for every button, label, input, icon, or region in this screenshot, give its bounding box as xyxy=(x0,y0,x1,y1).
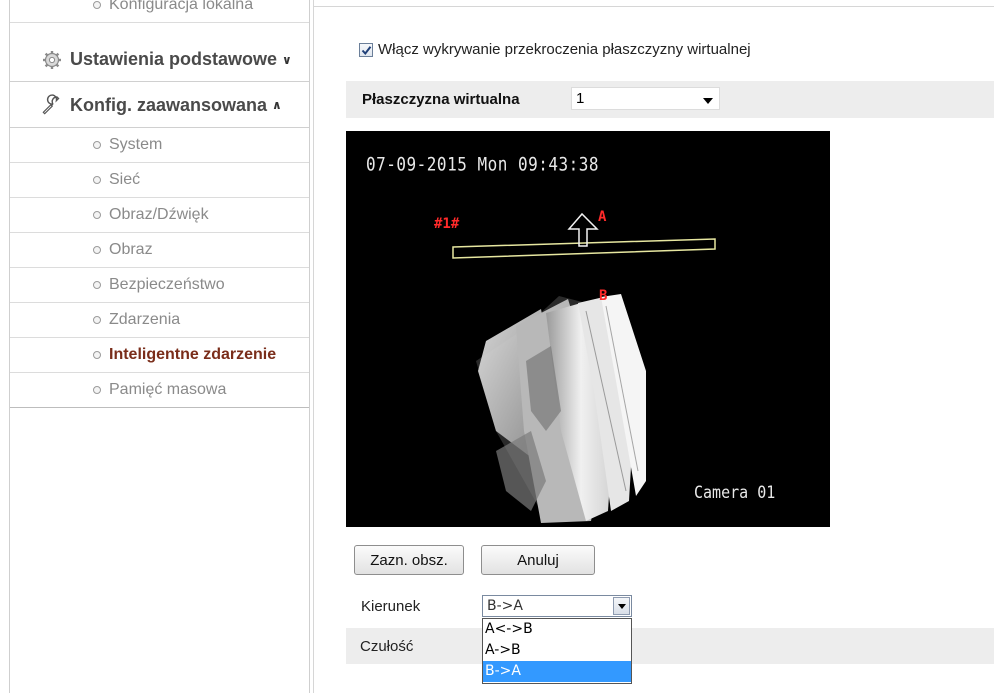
side-a-label: A xyxy=(598,209,607,225)
bullet-icon xyxy=(93,176,101,184)
sensitivity-row: Czułość xyxy=(346,628,994,664)
direction-label: Kierunek xyxy=(361,598,421,615)
side-b-label: B xyxy=(599,288,608,304)
sidebar-item-label: Pamięć masowa xyxy=(109,381,227,398)
sidebar-item-label: Inteligentne zdarzenie xyxy=(109,346,277,363)
bullet-icon xyxy=(93,141,101,149)
line-id-label: #1# xyxy=(434,216,460,232)
sidebar-item-security[interactable]: Bezpieczeństwo xyxy=(10,268,309,303)
chevron-up-icon: ∧ xyxy=(272,98,282,112)
sidebar: Konfiguracja lokalna Ustawienia podstawo… xyxy=(9,0,310,693)
sidebar-item-label: Bezpieczeństwo xyxy=(109,276,225,293)
sidebar-section-basic-settings[interactable]: Ustawienia podstawowe ∨ xyxy=(10,38,309,82)
divider xyxy=(314,6,994,7)
osd-camera-name: Camera 01 xyxy=(694,482,776,503)
virtual-plane-label: Płaszczyzna wirtualna xyxy=(362,91,520,108)
osd-timestamp: 07-09-2015 Mon 09:43:38 xyxy=(366,153,600,175)
virtual-plane-row: Płaszczyzna wirtualna 1 xyxy=(346,81,994,118)
bullet-icon xyxy=(93,351,101,359)
sidebar-item-image[interactable]: Obraz xyxy=(10,233,309,268)
sidebar-item-local-config[interactable]: Konfiguracja lokalna xyxy=(10,0,309,23)
video-preview[interactable]: 07-09-2015 Mon 09:43:38 #1# A B Camera 0… xyxy=(346,131,830,527)
sidebar-item-events[interactable]: Zdarzenia xyxy=(10,303,309,338)
sidebar-item-label: Obraz/Dźwięk xyxy=(109,206,209,223)
enable-label: Włącz wykrywanie przekroczenia płaszczyz… xyxy=(378,41,751,58)
sidebar-item-label: System xyxy=(109,136,163,153)
bullet-icon xyxy=(93,246,101,254)
direction-value: B->A xyxy=(487,598,523,614)
section-label: Ustawienia podstawowe xyxy=(70,49,278,69)
bullet-icon xyxy=(93,1,101,9)
bullet-icon xyxy=(93,316,101,324)
bullet-icon xyxy=(93,386,101,394)
virtual-plane-value: 1 xyxy=(576,90,585,107)
dropdown-button[interactable] xyxy=(613,597,630,615)
sidebar-item-video-audio[interactable]: Obraz/Dźwięk xyxy=(10,198,309,233)
sidebar-item-smart-event[interactable]: Inteligentne zdarzenie xyxy=(10,338,309,373)
sidebar-item-label: Obraz xyxy=(109,241,153,258)
chevron-down-icon xyxy=(618,604,626,609)
direction-option[interactable]: A<->B xyxy=(483,619,631,640)
direction-option-selected[interactable]: B->A xyxy=(483,661,631,682)
dropdown-arrow-icon xyxy=(703,98,713,104)
sidebar-item-network[interactable]: Sieć xyxy=(10,163,309,198)
bullet-icon xyxy=(93,211,101,219)
cancel-button[interactable]: Anuluj xyxy=(481,545,595,575)
section-label: Konfig. zaawansowana xyxy=(70,94,268,115)
divider xyxy=(313,0,314,693)
sidebar-section-advanced-config[interactable]: Konfig. zaawansowana ∧ xyxy=(10,83,309,128)
sidebar-item-storage[interactable]: Pamięć masowa xyxy=(10,373,309,408)
sensitivity-label: Czułość xyxy=(360,638,414,655)
wrench-icon xyxy=(40,93,64,117)
camera-scene xyxy=(452,212,716,523)
checkmark-icon xyxy=(361,45,372,55)
bullet-icon xyxy=(93,281,101,289)
gear-icon xyxy=(40,48,64,72)
draw-area-button[interactable]: Zazn. obsz. xyxy=(354,545,464,575)
sidebar-item-label: Konfiguracja lokalna xyxy=(109,0,254,13)
sidebar-item-label: Zdarzenia xyxy=(109,311,181,328)
enable-line-crossing-row: Włącz wykrywanie przekroczenia płaszczyz… xyxy=(359,41,751,58)
chevron-down-icon: ∨ xyxy=(282,52,292,67)
direction-dropdown-list: A<->B A->B B->A xyxy=(482,618,632,684)
direction-option[interactable]: A->B xyxy=(483,640,631,661)
sidebar-item-label: Sieć xyxy=(109,171,141,188)
sidebar-item-system[interactable]: System xyxy=(10,128,309,163)
direction-select[interactable]: B->A xyxy=(482,595,632,617)
enable-checkbox[interactable] xyxy=(359,42,373,57)
virtual-plane-select[interactable]: 1 xyxy=(571,87,720,110)
